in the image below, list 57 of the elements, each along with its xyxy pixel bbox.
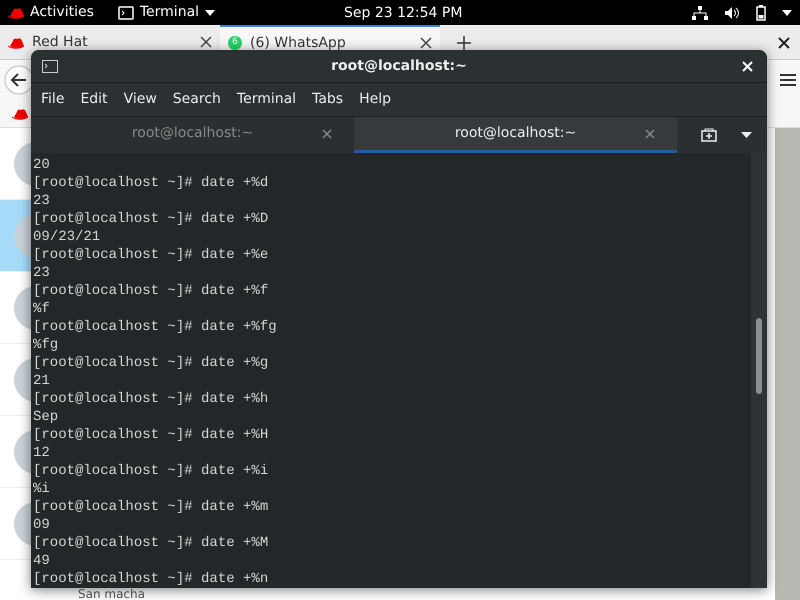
terminal-line: 21 <box>33 372 51 390</box>
hat-icon[interactable] <box>12 106 28 120</box>
terminal-line: 09 <box>33 516 51 534</box>
terminal-line: [root@localhost ~]# date +%H <box>33 426 270 444</box>
terminal-line: 23 <box>33 192 51 210</box>
notification-badge: 6 <box>228 36 242 50</box>
terminal-line: [root@localhost ~]# date +%n <box>33 570 270 588</box>
scrollbar-thumb[interactable] <box>756 318 762 394</box>
terminal-line: %f <box>33 300 51 318</box>
new-tab-icon[interactable] <box>456 35 472 51</box>
menu-item[interactable]: Tabs <box>304 89 352 110</box>
close-icon[interactable] <box>200 36 212 48</box>
menu-item[interactable]: View <box>116 89 165 110</box>
terminal-line: [root@localhost ~]# date +%D <box>33 210 270 228</box>
terminal-line: 12 <box>33 444 51 462</box>
terminal-line: [root@localhost ~]# date +%g <box>33 354 270 372</box>
terminal-line: 23 <box>33 264 51 282</box>
app-menu[interactable]: Terminal <box>118 2 216 23</box>
caret-icon[interactable] <box>741 132 752 138</box>
menu-item[interactable]: Help <box>351 89 399 110</box>
terminal-icon <box>42 60 58 73</box>
terminal-icon <box>118 6 134 20</box>
network-icon[interactable] <box>692 6 708 20</box>
terminal-line: 09/23/21 <box>33 228 102 246</box>
terminal-line: 49 <box>33 552 51 570</box>
menu-icon[interactable] <box>780 73 796 87</box>
terminal-line: [root@localhost ~]# date +%M <box>33 534 270 552</box>
battery-icon[interactable] <box>756 4 766 20</box>
terminal-line: [root@localhost ~]# date +%e <box>33 246 270 264</box>
terminal-line: %fg <box>33 336 60 354</box>
menu-item[interactable]: Search <box>164 89 229 110</box>
terminal-line: [root@localhost ~]# date +%m <box>33 498 270 516</box>
clock: Sep 23 12:54 PM <box>344 4 462 23</box>
terminal-line: [root@localhost ~]# date +%fg <box>33 318 278 336</box>
close-icon[interactable] <box>778 37 790 49</box>
activities-button[interactable]: Activities <box>8 2 94 23</box>
terminal-line: [root@localhost ~]# date +%d <box>33 174 270 192</box>
menu-item[interactable]: Terminal <box>228 89 304 110</box>
volume-icon[interactable] <box>724 6 740 20</box>
menu-item[interactable]: Edit <box>72 89 116 110</box>
terminal-line: [root@localhost ~]# date +%f <box>33 282 270 300</box>
browser-tab[interactable]: Red Hat <box>0 25 220 59</box>
terminal-line: [root@localhost ~]# date +%i <box>33 462 270 480</box>
caret-icon[interactable] <box>782 10 792 16</box>
terminal-line: 20 <box>33 156 51 174</box>
new-tab-icon[interactable] <box>701 128 717 142</box>
window-title: root@localhost:~ <box>331 56 467 76</box>
caret-icon <box>205 10 216 16</box>
close-icon[interactable] <box>420 37 432 49</box>
terminal-line: [root@localhost ~]# date +%h <box>33 390 270 408</box>
terminal-line: %i <box>33 480 51 498</box>
chat-name: San macha <box>78 588 145 600</box>
terminal-line: Sep <box>33 408 60 426</box>
hat-icon <box>8 36 24 48</box>
terminal-tab[interactable]: root@localhost:~ <box>354 117 677 153</box>
menu-item[interactable]: File <box>33 89 72 110</box>
hat-icon <box>8 6 24 19</box>
